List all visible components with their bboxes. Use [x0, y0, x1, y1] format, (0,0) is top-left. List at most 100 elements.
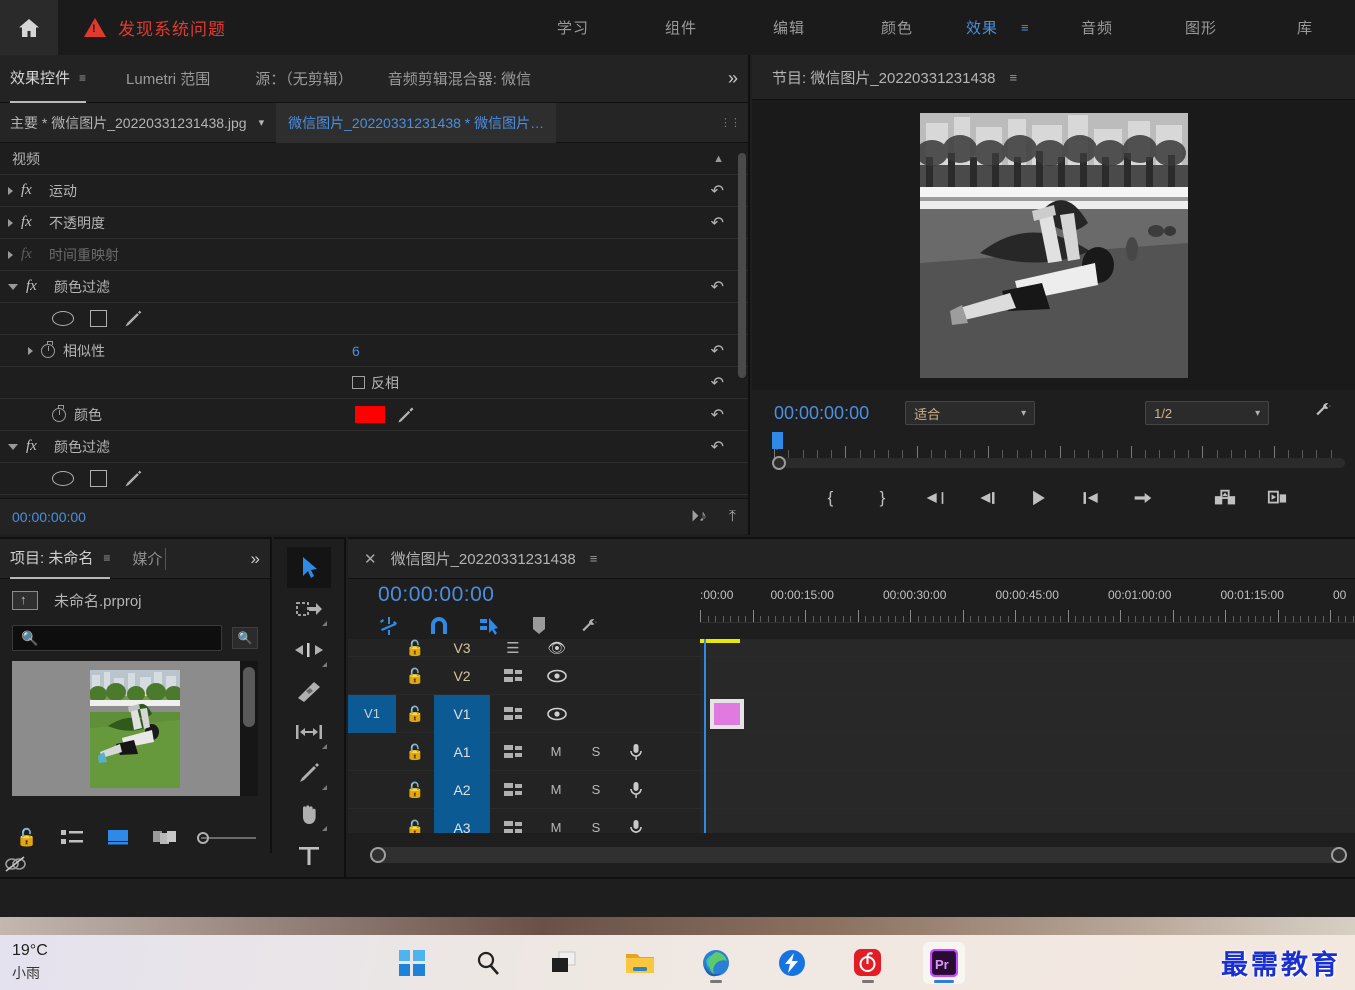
parent-folder-icon[interactable] — [12, 590, 38, 610]
color-filter-1-fx-icon[interactable]: fx — [26, 278, 44, 295]
similarity-stopwatch-icon[interactable] — [41, 341, 55, 358]
track-v1-toggle-output-icon[interactable] — [536, 707, 578, 721]
project-item-thumbnail[interactable] — [89, 669, 183, 788]
export-frame-icon[interactable]: ⤒ — [729, 508, 736, 526]
color-filter-1-reset-icon[interactable]: ↶ — [711, 277, 724, 297]
track-v3-lock-icon[interactable]: 🔓 — [396, 639, 434, 657]
slip-tool[interactable] — [287, 711, 331, 752]
ellipse-mask-icon[interactable] — [52, 311, 74, 326]
clip-sequence-label[interactable]: 微信图片_20220331231438 * 微信图片… — [276, 102, 557, 143]
project-grid-scrollbar[interactable] — [240, 661, 258, 796]
track-a3-lane[interactable] — [700, 809, 1355, 833]
clip-source-chevron-down-icon[interactable]: ▾ — [259, 116, 265, 129]
motion-reset-icon[interactable]: ↶ — [711, 181, 724, 201]
track-v2-sync-lock-icon[interactable] — [490, 668, 536, 684]
track-a2-mute-button[interactable]: M — [536, 782, 576, 797]
workspace-tab-tuxing[interactable]: 图形 — [1147, 17, 1255, 38]
project-search-input[interactable]: 🔍 — [12, 625, 222, 651]
track-a2-voice-over-record-icon[interactable] — [616, 781, 656, 799]
color-filter-2-fx-icon[interactable]: fx — [26, 438, 44, 455]
track-a2-sync-lock-icon[interactable] — [490, 782, 536, 798]
timeline-scrollbar-left-handle[interactable] — [370, 847, 386, 863]
timeline-settings-wrench-icon[interactable] — [578, 615, 600, 637]
effect-controls-scrollbar-thumb[interactable] — [738, 153, 746, 378]
track-v2-lock-icon[interactable]: 🔓 — [396, 667, 434, 685]
track-v2-name[interactable]: V2 — [434, 657, 490, 695]
workspace-tab-bianji[interactable]: 编辑 — [735, 17, 843, 38]
track-a1-lane[interactable] — [700, 733, 1355, 770]
color-filter-1-collapse-triangle-icon[interactable] — [8, 283, 18, 290]
workspace-tab-zujian[interactable]: 组件 — [627, 17, 735, 38]
track-a3-voice-over-record-icon[interactable] — [616, 819, 656, 833]
time-remapping-expand-triangle-icon[interactable] — [8, 250, 13, 259]
taskbar-thunder-button[interactable] — [771, 942, 813, 984]
opacity-reset-icon[interactable]: ↶ — [711, 213, 724, 233]
nest-sequence-icon[interactable] — [378, 615, 400, 637]
play-button[interactable] — [1026, 485, 1052, 511]
track-a3-sync-lock-icon[interactable] — [490, 820, 536, 833]
workspace-tab-ku[interactable]: 库 — [1255, 17, 1355, 38]
track-row-a3[interactable]: 🔓 A3 M S — [348, 808, 1355, 834]
step-back-button[interactable] — [974, 485, 1000, 511]
tool-submenu-corner-icon[interactable] — [322, 785, 327, 790]
tab-effect-controls-hamburger-icon[interactable]: ≡ — [79, 71, 86, 85]
timeline-playhead[interactable] — [704, 639, 706, 833]
project-grid-scrollbar-thumb[interactable] — [243, 667, 255, 727]
invert-checkbox[interactable] — [352, 376, 365, 389]
track-v2-toggle-output-icon[interactable] — [536, 669, 578, 683]
track-a1-sync-lock-icon[interactable] — [490, 744, 536, 760]
effect-row-color-filter-1[interactable]: fx 颜色过滤 ↶ — [0, 271, 748, 303]
tool-submenu-corner-icon[interactable] — [322, 826, 327, 831]
tab-source-monitor[interactable]: 源：（无剪辑） — [255, 55, 353, 103]
go-to-in-button[interactable] — [922, 485, 948, 511]
program-monitor-zoom-knob-left[interactable] — [772, 456, 786, 470]
taskbar-file-explorer-button[interactable] — [619, 942, 661, 984]
track-a3-mute-button[interactable]: M — [536, 820, 576, 833]
tab-media-browser[interactable]: 媒介 — [132, 547, 167, 570]
track-row-v3[interactable]: 🔓 V3 ☰ 👁 — [348, 639, 1355, 657]
rectangle-mask-icon[interactable] — [90, 470, 107, 487]
track-row-v1[interactable]: V1 🔓 V1 — [348, 694, 1355, 733]
mark-out-button[interactable]: } — [870, 485, 896, 511]
track-row-a2[interactable]: 🔓 A2 M S — [348, 770, 1355, 809]
taskbar-premiere-pro-button[interactable]: Pr — [922, 941, 965, 984]
color-reset-icon[interactable]: ↶ — [711, 405, 724, 425]
go-to-out-button[interactable] — [1130, 485, 1156, 511]
taskbar-search-button[interactable] — [467, 942, 509, 984]
effect-row-opacity[interactable]: fx 不透明度 ↶ — [0, 207, 748, 239]
motion-expand-triangle-icon[interactable] — [8, 186, 13, 195]
motion-fx-icon[interactable]: fx — [21, 182, 39, 199]
program-monitor-ruler[interactable] — [752, 432, 1355, 470]
hand-tool[interactable] — [287, 793, 331, 834]
selection-tool[interactable] — [287, 547, 331, 588]
color-filter-2-collapse-triangle-icon[interactable] — [8, 443, 18, 450]
effect-row-time-remapping[interactable]: fx 时间重映射 — [0, 239, 748, 271]
timeline-ruler[interactable]: :00:00 00:00:15:00 00:00:30:00 00:00:45:00 0… — [700, 579, 1355, 639]
section-video-collapse-icon[interactable]: ▲ — [713, 153, 724, 165]
track-v3-sync-lock-icon[interactable]: ☰ — [490, 639, 536, 657]
panel-grip-handle[interactable]: ⋮⋮ — [712, 116, 748, 129]
effect-controls-timecode[interactable]: 00:00:00:00 — [12, 509, 86, 525]
export-frame-button[interactable] — [1212, 485, 1238, 511]
tab-project[interactable]: 项目: 未命名 ≡ — [10, 539, 111, 579]
track-a1-name[interactable]: A1 — [434, 732, 490, 771]
program-monitor-playhead[interactable] — [772, 432, 783, 450]
track-v1-sync-lock-icon[interactable] — [490, 706, 536, 722]
rectangle-mask-icon[interactable] — [90, 310, 107, 327]
effect-row-color-filter-2[interactable]: fx 颜色过滤 ↶ — [0, 431, 748, 463]
pen-mask-icon[interactable] — [123, 309, 143, 329]
track-v2-lane[interactable] — [700, 657, 1355, 694]
playback-resolution-dropdown[interactable]: 1/2 ▾ — [1145, 401, 1270, 425]
track-a3-lock-icon[interactable]: 🔓 — [396, 819, 434, 834]
program-monitor-hamburger-icon[interactable]: ≡ — [1009, 70, 1017, 85]
track-row-a1[interactable]: 🔓 A1 M S — [348, 732, 1355, 771]
program-monitor-stage[interactable] — [752, 100, 1355, 390]
color-swatch[interactable] — [355, 406, 385, 423]
track-v1-lock-icon[interactable]: 🔓 — [396, 705, 434, 723]
tool-submenu-corner-icon[interactable] — [322, 621, 327, 626]
track-a2-solo-button[interactable]: S — [576, 782, 616, 797]
tab-effect-controls[interactable]: 效果控件 ≡ — [10, 55, 87, 103]
track-v3-toggle-output-icon[interactable]: 👁 — [536, 639, 578, 657]
track-v1-name[interactable]: V1 — [434, 694, 490, 733]
track-a2-name[interactable]: A2 — [434, 770, 490, 809]
